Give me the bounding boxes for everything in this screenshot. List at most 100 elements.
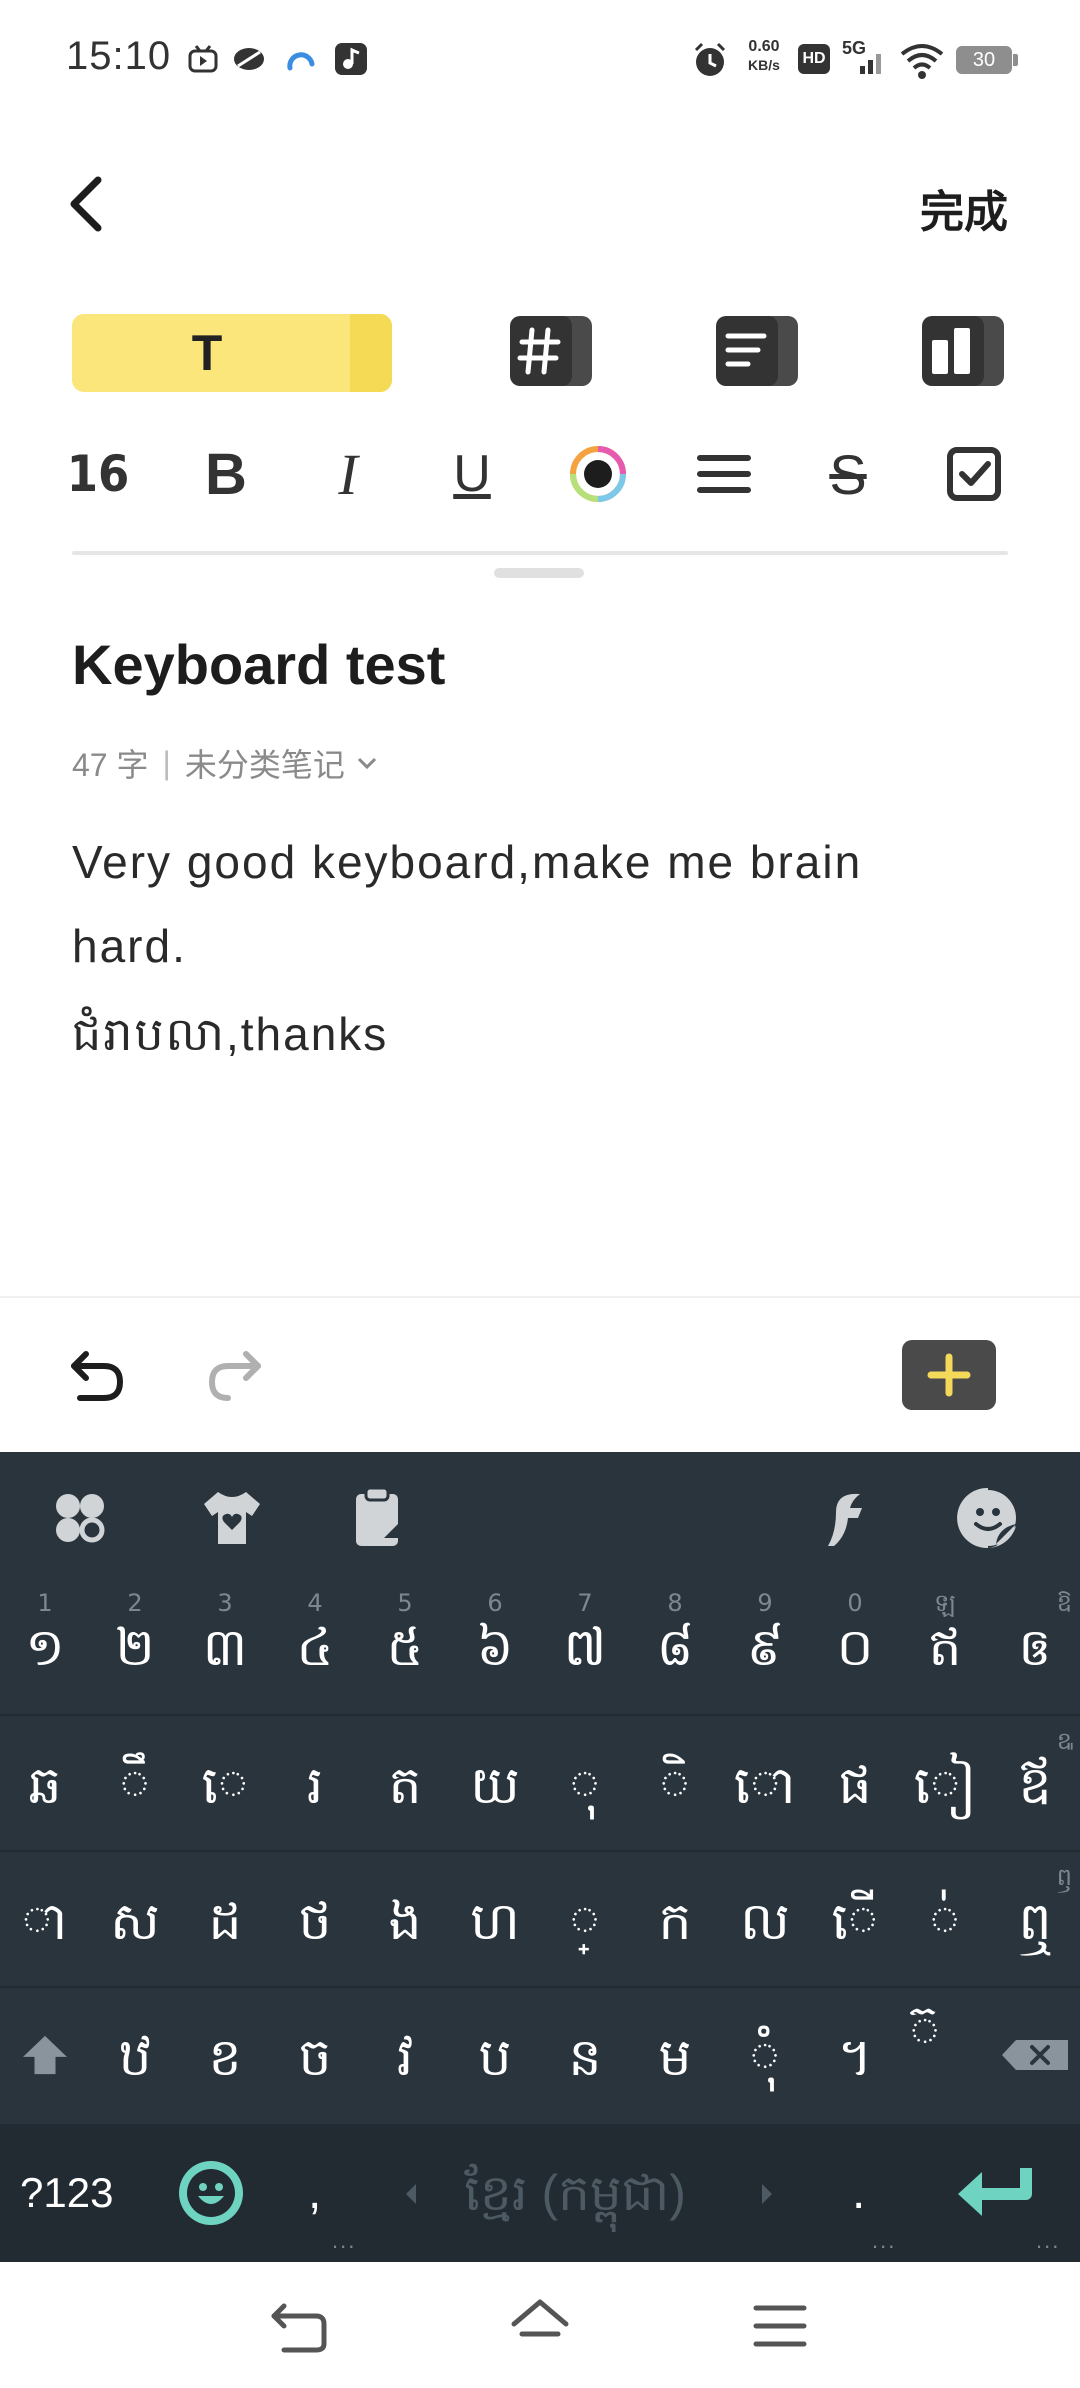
chevron-right-icon	[762, 2184, 772, 2204]
key[interactable]: ឆ	[0, 1716, 90, 1850]
paragraph-tab-icon[interactable]	[712, 312, 800, 388]
key[interactable]: 6៦	[450, 1578, 540, 1712]
key[interactable]: ន	[540, 1988, 630, 2122]
key[interactable]: ដ	[180, 1852, 270, 1986]
key[interactable]: យ	[450, 1716, 540, 1850]
meta-separator: |	[162, 744, 171, 781]
keyboard-row-3: ◌ា ស ដ ថ ង ហ ◌្ ក ល ◌ើ ◌់ ឭឮ	[0, 1850, 1080, 1984]
status-time: 15:10	[66, 34, 172, 78]
underline-button[interactable]: U	[436, 438, 508, 510]
key[interactable]: ត	[360, 1716, 450, 1850]
key[interactable]: ◌េ	[180, 1716, 270, 1850]
key[interactable]: 2២	[90, 1578, 180, 1712]
key[interactable]: ឋ	[90, 1988, 180, 2122]
key[interactable]: 1១	[0, 1578, 90, 1712]
add-button[interactable]	[902, 1340, 996, 1410]
chevron-down-icon[interactable]	[355, 751, 379, 775]
key[interactable]: ៊	[880, 1988, 970, 2122]
period-more: ...	[872, 2228, 897, 2253]
undo-icon[interactable]	[62, 1340, 132, 1410]
content-divider	[0, 1296, 1080, 1298]
plus-icon	[927, 1353, 971, 1397]
key[interactable]: ឭឮ	[990, 1852, 1080, 1986]
backspace-icon[interactable]	[990, 1988, 1080, 2122]
note-body[interactable]: Very good keyboard,make me brain hard. ជ…	[72, 820, 1022, 1080]
emoji-key-icon[interactable]	[176, 2158, 246, 2228]
checkbox-icon[interactable]	[938, 438, 1010, 510]
key[interactable]: ឡឥ	[900, 1578, 990, 1712]
key[interactable]: ◌ោ	[720, 1716, 810, 1850]
key[interactable]: ហ	[450, 1852, 540, 1986]
color-picker-icon[interactable]	[562, 438, 634, 510]
fonts-icon[interactable]	[808, 1482, 880, 1554]
sticker-emoji-icon[interactable]	[952, 1482, 1024, 1554]
drag-handle[interactable]	[494, 568, 584, 578]
body-line: Very good keyboard,make me brain	[72, 836, 863, 888]
home-nav-icon[interactable]	[508, 2294, 572, 2358]
key[interactable]: ◌ា	[0, 1852, 90, 1986]
font-size-button[interactable]: 16	[62, 438, 134, 510]
redo-icon[interactable]	[200, 1340, 270, 1410]
key[interactable]: ◌ៀ	[900, 1716, 990, 1850]
theme-shirt-icon[interactable]	[196, 1482, 268, 1554]
layout-tab-icon[interactable]	[918, 312, 1006, 388]
key[interactable]: ◌់	[900, 1852, 990, 1986]
key[interactable]: ឩឪ	[990, 1716, 1080, 1850]
category-selector[interactable]: 未分类笔记	[185, 740, 345, 786]
italic-button[interactable]: I	[312, 438, 384, 510]
key[interactable]: ◌្	[540, 1852, 630, 1986]
key[interactable]: ◌ុំ	[720, 1988, 810, 2122]
key[interactable]: ម	[630, 1988, 720, 2122]
back-button[interactable]	[60, 168, 120, 240]
clipboard-icon[interactable]	[342, 1482, 414, 1554]
key[interactable]: 5៥	[360, 1578, 450, 1712]
text-style-tab[interactable]: T	[72, 314, 392, 392]
align-icon[interactable]	[688, 438, 760, 510]
key[interactable]: ង	[360, 1852, 450, 1986]
key[interactable]: ផ	[810, 1716, 900, 1850]
signal-icon	[860, 54, 881, 74]
key[interactable]: ល	[720, 1852, 810, 1986]
keyboard-row-4: ឋ ខ ច វ ប ន ម ◌ុំ ។ ៊	[0, 1986, 1080, 2120]
menu-nav-icon[interactable]	[748, 2294, 812, 2358]
key[interactable]: រ	[270, 1716, 360, 1850]
key[interactable]: 7៧	[540, 1578, 630, 1712]
toolbar-divider	[72, 551, 1008, 555]
note-title[interactable]: Keyboard test	[72, 632, 445, 697]
space-bar[interactable]: ខ្មែរ (កម្ពុជា)	[380, 2124, 770, 2262]
back-nav-icon[interactable]	[268, 2294, 332, 2358]
key[interactable]: ឱឲ	[990, 1578, 1080, 1712]
status-bar: 15:10 0.60 KB/s HD 5G 30	[0, 0, 1080, 120]
key[interactable]: ◌ឹ	[90, 1716, 180, 1850]
enter-key-icon[interactable]	[952, 2164, 1036, 2220]
key[interactable]: ច	[270, 1988, 360, 2122]
key[interactable]: ◌ិ	[630, 1716, 720, 1850]
key[interactable]: ស	[90, 1852, 180, 1986]
comma-key[interactable]: ,	[308, 2124, 321, 2262]
keyboard-row-2: ឆ ◌ឹ ◌េ រ ត យ ◌ុ ◌ិ ◌ោ ផ ◌ៀ ឩឪ	[0, 1714, 1080, 1848]
key[interactable]: 0០	[810, 1578, 900, 1712]
key[interactable]: 3៣	[180, 1578, 270, 1712]
period-key[interactable]: .	[852, 2124, 865, 2262]
key[interactable]: ប	[450, 1988, 540, 2122]
bold-button[interactable]: B	[190, 438, 262, 510]
body-line: hard.	[72, 920, 187, 972]
key[interactable]: 8៨	[630, 1578, 720, 1712]
symbols-key[interactable]: ?123	[20, 2124, 113, 2262]
apps-icon[interactable]	[44, 1482, 116, 1554]
music-icon	[335, 43, 367, 75]
hashtag-tab-icon[interactable]	[506, 312, 594, 388]
key[interactable]: ◌ើ	[810, 1852, 900, 1986]
shift-key-icon[interactable]	[0, 1988, 90, 2122]
key[interactable]: ខ	[180, 1988, 270, 2122]
key[interactable]: ក	[630, 1852, 720, 1986]
tab-edge	[350, 314, 392, 392]
key[interactable]: វ	[360, 1988, 450, 2122]
key[interactable]: 9៩	[720, 1578, 810, 1712]
key[interactable]: ◌ុ	[540, 1716, 630, 1850]
strikethrough-button[interactable]: S	[812, 438, 884, 510]
done-button[interactable]: 完成	[920, 176, 1008, 240]
char-count: 47 字	[72, 747, 149, 783]
key[interactable]: 4៤	[270, 1578, 360, 1712]
key[interactable]: ថ	[270, 1852, 360, 1986]
